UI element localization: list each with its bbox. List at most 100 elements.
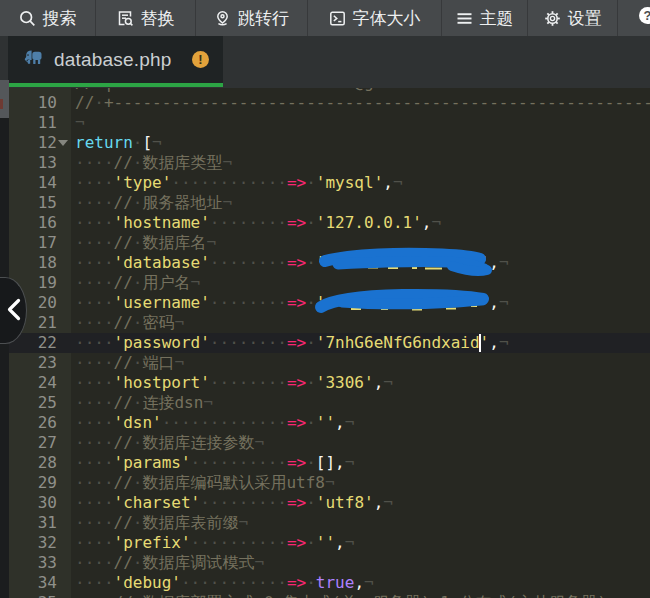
code-line-text: ····//·数据库连接参数¬: [71, 433, 650, 453]
warning-badge[interactable]: !: [192, 51, 209, 68]
code-token-inv: ¬: [431, 213, 441, 232]
fold-arrow-icon[interactable]: [58, 140, 68, 146]
code-line[interactable]: 30····'charset'·········=>·'utf8',¬: [0, 493, 650, 513]
code-line[interactable]: 31····//·数据库表前缀¬: [0, 513, 650, 533]
line-number: 14: [0, 173, 71, 193]
code-token-plain: [],: [316, 453, 345, 472]
toolbar-button-settings[interactable]: 设置: [528, 0, 618, 36]
toolbar-button-goto-line[interactable]: 跳转行: [196, 0, 308, 36]
code-token-inv: ·: [94, 93, 104, 112]
code-token-str: 'mysql': [316, 173, 383, 192]
line-number: 24: [0, 373, 71, 393]
code-token-str: ': [480, 333, 490, 352]
code-token-str: 'charset': [114, 493, 201, 512]
code-token-com: //: [114, 273, 133, 292]
code-line[interactable]: 25····//·连接dsn¬: [0, 393, 650, 413]
code-line[interactable]: 11¬: [0, 113, 650, 133]
code-line[interactable]: 10//·+----------------------------------…: [0, 93, 650, 113]
code-token-inv: ····: [75, 373, 114, 392]
code-line[interactable]: 23····//·端口¬: [0, 353, 650, 373]
code-line[interactable]: 26····'dsn'·············=>·'',¬: [0, 413, 650, 433]
code-token-inv: ····: [75, 413, 114, 432]
code-token-op: =>: [287, 493, 306, 512]
code-line[interactable]: 35····//·数据库部署方式:0·集中式(单一服务器),1·分布式(主从服务…: [0, 593, 650, 598]
line-number: 30: [0, 493, 71, 513]
code-token-inv: ·: [133, 473, 143, 492]
code-token-inv: ····: [75, 533, 114, 552]
toolbar-help-area: ?: [618, 0, 650, 36]
code-token-op: =>: [287, 373, 306, 392]
code-line-text: ····'prefix'··········=>·'',¬: [71, 533, 650, 553]
code-token-inv: ¬: [203, 393, 213, 412]
tab-label: database.php: [54, 49, 172, 71]
code-token-com: 分布式(主从服务器): [460, 593, 607, 598]
code-token-inv: ¬: [607, 593, 617, 598]
code-token-inv: ····: [75, 173, 114, 192]
code-token-inv: ¬: [345, 533, 355, 552]
code-token-com: 数据库调试模式: [142, 553, 254, 572]
code-line[interactable]: 14····'type'············=>·'mysql',¬: [0, 173, 650, 193]
code-token-inv: ····: [75, 473, 114, 492]
code-token-plain: ,: [335, 533, 345, 552]
code-token-com: //: [114, 593, 133, 598]
code-token-inv: ········: [210, 253, 287, 272]
code-line[interactable]: 24····'hostport'········=>·'3306',¬: [0, 373, 650, 393]
toolbar-button-font-size[interactable]: 字体大小: [308, 0, 442, 36]
map-pin-icon: [214, 10, 231, 27]
code-line[interactable]: 28····'params'··········=>·[],¬: [0, 453, 650, 473]
code-editor[interactable]: 9// | Author: liu21st <liu21st@gmail.com…: [0, 88, 650, 598]
code-token-str: '3306': [316, 373, 374, 392]
chevron-left-icon: [0, 330, 27, 349]
code-line[interactable]: 27····//·数据库连接参数¬: [0, 433, 650, 453]
code-token-inv: ····: [75, 253, 114, 272]
search-icon: [19, 10, 36, 27]
tab-database-php[interactable]: database.php !: [8, 36, 223, 83]
code-line[interactable]: 13····//·数据库类型¬: [0, 153, 650, 173]
code-token-inv: ····: [75, 573, 114, 592]
code-line[interactable]: 16····'hostname'········=>·'127.0.0.1',¬: [0, 213, 650, 233]
line-number: 31: [0, 513, 71, 533]
code-line[interactable]: 15····//·服务器地址¬: [0, 193, 650, 213]
code-token-inv: ¬: [254, 553, 264, 572]
code-line[interactable]: 22····'password'········=>·'7nhG6eNfG6nd…: [0, 333, 650, 353]
code-token-inv: ·: [306, 173, 316, 192]
code-line[interactable]: 32····'prefix'··········=>·'',¬: [0, 533, 650, 553]
toolbar-button-replace[interactable]: 替换: [96, 0, 196, 36]
code-token-inv: ¬: [152, 133, 162, 152]
code-token-com: //: [114, 193, 133, 212]
code-token-inv: ····: [75, 393, 114, 412]
code-token-inv: ····: [75, 213, 114, 232]
code-token-com: //: [114, 473, 133, 492]
drawer-handle[interactable]: [0, 277, 27, 344]
code-token-inv: ·: [133, 313, 143, 332]
code-token-inv: ¬: [206, 233, 216, 252]
code-token-com: 连接dsn: [142, 393, 203, 412]
toolbar-button-search[interactable]: 搜索: [0, 0, 96, 36]
code-line-text: ····'type'············=>·'mysql',¬: [71, 173, 650, 193]
code-token-op: =>: [287, 293, 306, 312]
code-token-inv: ¬: [345, 413, 355, 432]
code-token-inv: ¬: [460, 88, 470, 92]
toolbar-button-label: 搜索: [43, 7, 77, 30]
toolbar-button-theme[interactable]: 主题: [442, 0, 528, 36]
php-elephant-icon: [22, 49, 43, 70]
code-line[interactable]: 33····//·数据库调试模式¬: [0, 553, 650, 573]
code-token-str: 'hostname': [114, 213, 210, 232]
code-token-str: 'params': [114, 453, 191, 472]
code-token-inv: ····: [75, 233, 114, 252]
code-line[interactable]: 34····'debug'···········=>·true,¬: [0, 573, 650, 593]
code-token-inv: ·: [306, 413, 316, 432]
code-token-inv: ·: [306, 573, 316, 592]
code-token-inv: ····: [75, 193, 114, 212]
line-number: 15: [0, 193, 71, 213]
code-token-inv: ¬: [325, 473, 335, 492]
code-token-com: 端口: [142, 353, 174, 372]
help-button[interactable]: ?: [639, 7, 650, 24]
code-line[interactable]: 12return·[¬: [0, 133, 650, 153]
code-token-inv: ····: [75, 313, 114, 332]
line-number: 10: [0, 93, 71, 113]
code-token-com: //: [114, 233, 133, 252]
code-token-inv: ·: [274, 593, 284, 598]
line-number: 11: [0, 113, 71, 133]
code-line[interactable]: 29····//·数据库编码默认采用utf8¬: [0, 473, 650, 493]
